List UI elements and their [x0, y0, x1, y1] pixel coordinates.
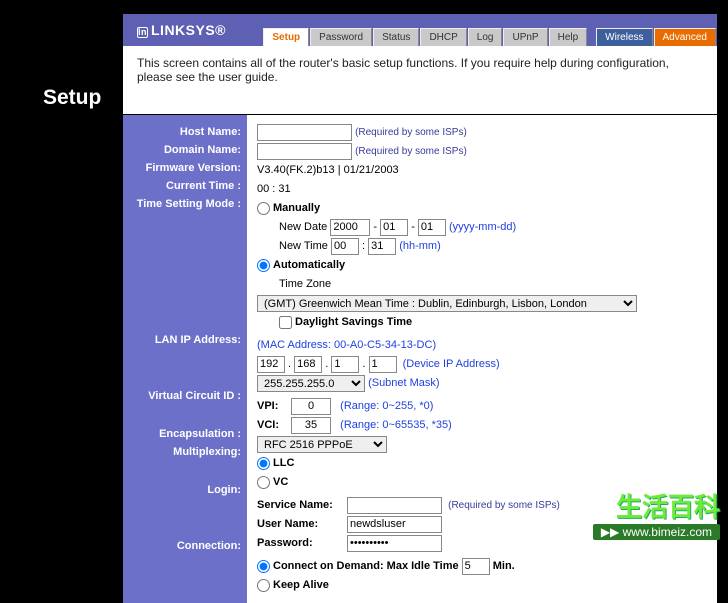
- tab-upnp[interactable]: UPnP: [503, 28, 547, 46]
- lbl-fw: Firmware Version:: [129, 161, 241, 179]
- cod-label-a: Connect on Demand: Max Idle Time: [273, 560, 459, 572]
- logo-icon: ln: [137, 27, 148, 38]
- auto-label: Automatically: [273, 259, 345, 271]
- current-time: 00 : 31: [257, 183, 291, 195]
- vci-input[interactable]: [291, 417, 331, 434]
- mac-hint: (MAC Address: 00-A0-C5-34-13-DC): [257, 339, 436, 351]
- user-label: User Name:: [257, 518, 347, 530]
- form-column: (Required by some ISPs) (Required by som…: [247, 115, 717, 603]
- time-min-input[interactable]: [368, 238, 396, 255]
- subnet-select[interactable]: 255.255.255.0: [257, 375, 365, 392]
- host-input[interactable]: [257, 124, 352, 141]
- date-day-input[interactable]: [418, 219, 446, 236]
- lbl-domain: Domain Name:: [129, 143, 241, 161]
- radio-keepalive[interactable]: [257, 579, 270, 592]
- lbl-time: Current Time :: [129, 179, 241, 197]
- lbl-vc: Virtual Circuit ID :: [129, 389, 241, 407]
- tz-label: Time Zone: [279, 278, 331, 290]
- lbl-encap: Encapsulation :: [129, 427, 241, 445]
- tab-help[interactable]: Help: [549, 28, 588, 46]
- tab-strip: Setup Password Status DHCP Log UPnP Help…: [263, 14, 717, 46]
- newdate-label: New Date: [279, 221, 327, 233]
- tab-dhcp[interactable]: DHCP: [420, 28, 466, 46]
- vpi-label: VPI:: [257, 400, 291, 412]
- tab-log[interactable]: Log: [468, 28, 503, 46]
- vci-label: VCI:: [257, 419, 291, 431]
- page-title: Setup: [43, 86, 101, 110]
- user-input[interactable]: [347, 516, 442, 533]
- vpi-hint: (Range: 0~255, *0): [340, 400, 433, 412]
- radio-vc[interactable]: [257, 476, 270, 489]
- radio-automatically[interactable]: [257, 259, 270, 272]
- tab-status[interactable]: Status: [373, 28, 419, 46]
- ip-oct4[interactable]: [369, 356, 397, 373]
- cod-label-b: Min.: [493, 560, 515, 572]
- radio-manually[interactable]: [257, 202, 270, 215]
- encap-select[interactable]: RFC 2516 PPPoE: [257, 436, 387, 453]
- timezone-select[interactable]: (GMT) Greenwich Mean Time : Dublin, Edin…: [257, 295, 637, 312]
- time-hour-input[interactable]: [331, 238, 359, 255]
- service-input[interactable]: [347, 497, 442, 514]
- date-month-input[interactable]: [380, 219, 408, 236]
- vc-label: VC: [273, 476, 288, 488]
- tab-wireless[interactable]: Wireless: [596, 28, 652, 46]
- vpi-input[interactable]: [291, 398, 331, 415]
- date-hint: (yyyy-mm-dd): [449, 221, 516, 233]
- ip-oct2[interactable]: [294, 356, 322, 373]
- pass-input[interactable]: [347, 535, 442, 552]
- tab-password[interactable]: Password: [310, 28, 372, 46]
- lbl-host: Host Name:: [129, 125, 241, 143]
- llc-label: LLC: [273, 457, 294, 469]
- lbl-mux: Multiplexing:: [129, 445, 241, 463]
- tab-setup[interactable]: Setup: [263, 28, 309, 46]
- help-panel: This screen contains all of the router's…: [123, 46, 717, 114]
- keepalive-label: Keep Alive: [273, 579, 329, 591]
- top-bar: lnLINKSYS® Setup Password Status DHCP Lo…: [123, 14, 717, 46]
- vci-hint: (Range: 0~65535, *35): [340, 419, 452, 431]
- tab-advanced[interactable]: Advanced: [654, 28, 716, 46]
- ip-oct1[interactable]: [257, 356, 285, 373]
- idle-input[interactable]: [462, 558, 490, 575]
- dst-label: Daylight Savings Time: [295, 316, 412, 328]
- dst-checkbox[interactable]: [279, 316, 292, 329]
- lbl-conn: Connection:: [129, 539, 241, 557]
- domain-hint: (Required by some ISPs): [355, 146, 467, 157]
- help-text: This screen contains all of the router's…: [137, 56, 669, 84]
- lbl-lan: LAN IP Address:: [129, 333, 241, 351]
- domain-input[interactable]: [257, 143, 352, 160]
- service-hint: (Required by some ISPs): [448, 500, 560, 511]
- time-hint: (hh-mm): [399, 240, 441, 252]
- brand-logo: lnLINKSYS®: [123, 22, 240, 38]
- manual-label: Manually: [273, 202, 320, 214]
- lbl-mode: Time Setting Mode :: [129, 197, 241, 215]
- ip-hint: (Device IP Address): [403, 358, 500, 370]
- ip-oct3[interactable]: [331, 356, 359, 373]
- radio-cod[interactable]: [257, 560, 270, 573]
- host-hint: (Required by some ISPs): [355, 127, 467, 138]
- label-column: Host Name: Domain Name: Firmware Version…: [123, 115, 247, 603]
- date-year-input[interactable]: [330, 219, 370, 236]
- radio-llc[interactable]: [257, 457, 270, 470]
- newtime-label: New Time: [279, 240, 328, 252]
- service-label: Service Name:: [257, 499, 347, 511]
- fw-value: V3.40(FK.2)b13 | 01/21/2003: [257, 164, 399, 176]
- lbl-login: Login:: [129, 483, 241, 501]
- pass-label: Password:: [257, 537, 347, 549]
- subnet-hint: (Subnet Mask): [368, 377, 440, 389]
